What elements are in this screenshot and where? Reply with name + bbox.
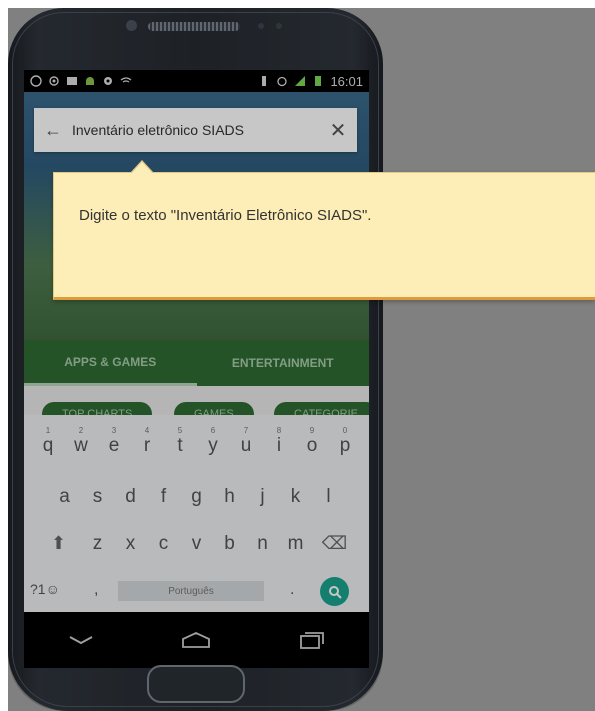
key-letter: r	[143, 435, 151, 456]
key-a[interactable]: a	[48, 486, 81, 508]
key-x[interactable]: x	[114, 533, 147, 555]
key-n[interactable]: n	[246, 533, 279, 555]
search-icon	[328, 585, 342, 599]
key-k[interactable]: k	[279, 486, 312, 508]
back-arrow-icon[interactable]: ←	[34, 120, 72, 141]
key-letter: p	[339, 435, 351, 456]
period-key[interactable]: .	[290, 581, 294, 599]
image-icon	[67, 77, 77, 85]
key-letter: u	[240, 435, 252, 456]
keyboard-bottom-row: ?1☺ , Português .	[24, 577, 369, 607]
settings-icon	[104, 77, 112, 85]
soft-keyboard: 1q2w3e4r5t6y7u8i9o0p asdfghjkl ⬆ zxcvbnm…	[24, 415, 369, 612]
key-letter: i	[276, 435, 282, 456]
key-p[interactable]: 0p	[329, 426, 362, 457]
keyboard-row-2: asdfghjkl	[24, 486, 369, 508]
status-clock: 16:01	[330, 73, 363, 89]
front-camera-icon	[126, 20, 137, 31]
keyboard-row-1: 1q2w3e4r5t6y7u8i9o0p	[24, 426, 369, 457]
key-hint-number: 3	[111, 426, 117, 435]
key-y[interactable]: 6y	[197, 426, 230, 457]
whatsapp-icon	[30, 75, 42, 87]
keyboard-row-3: ⬆ zxcvbnm ⌫	[24, 533, 369, 555]
phone-device: 16:01 ●••••• ← Inventário eletrônico SIA…	[8, 8, 383, 711]
earpiece-speaker	[148, 22, 240, 31]
key-letter: q	[42, 435, 54, 456]
battery-icon	[315, 76, 322, 86]
key-hint-number: 0	[342, 426, 348, 435]
key-hint-number: 4	[144, 426, 150, 435]
store-tabs: APPS & GAMES ENTERTAINMENT	[24, 340, 369, 386]
status-bar: 16:01	[24, 70, 369, 92]
hide-keyboard-icon[interactable]	[68, 634, 94, 646]
android-nav-bar	[24, 612, 369, 668]
key-hint-number: 5	[177, 426, 183, 435]
key-e[interactable]: 3e	[98, 426, 131, 457]
key-r[interactable]: 4r	[131, 426, 164, 457]
vibrate-icon	[262, 76, 267, 86]
key-letter: t	[177, 435, 183, 456]
recent-apps-icon[interactable]	[299, 631, 325, 649]
backspace-key-icon[interactable]: ⌫	[318, 533, 351, 555]
key-m[interactable]: m	[279, 533, 312, 555]
key-i[interactable]: 8i	[263, 426, 296, 457]
key-g[interactable]: g	[180, 486, 213, 508]
tooltip-pointer-fill	[131, 162, 153, 174]
tab-entertainment[interactable]: ENTERTAINMENT	[197, 340, 370, 386]
symbols-emoji-key[interactable]: ?1☺	[30, 581, 60, 597]
sensor-icon	[276, 23, 282, 29]
key-z[interactable]: z	[81, 533, 114, 555]
instruction-tooltip: Digite o texto "Inventário Eletrônico SI…	[53, 160, 595, 300]
android-icon	[86, 77, 94, 85]
tab-apps-games[interactable]: APPS & GAMES	[24, 340, 197, 386]
key-letter: w	[74, 435, 88, 456]
signal-icon	[295, 76, 306, 86]
notification-icons	[30, 75, 132, 87]
shift-key-icon[interactable]: ⬆	[42, 533, 75, 555]
key-letter: o	[306, 435, 318, 456]
status-right: 16:01	[258, 74, 363, 89]
key-hint-number: 2	[78, 426, 84, 435]
tutorial-stage: 16:01 ●••••• ← Inventário eletrônico SIA…	[8, 8, 595, 711]
key-f[interactable]: f	[147, 486, 180, 508]
key-v[interactable]: v	[180, 533, 213, 555]
search-bar[interactable]: ← Inventário eletrônico SIADS ✕	[34, 108, 357, 152]
key-u[interactable]: 7u	[230, 426, 263, 457]
key-s[interactable]: s	[81, 486, 114, 508]
key-letter: e	[108, 435, 120, 456]
key-hint-number: 7	[243, 426, 249, 435]
alarm-icon	[277, 76, 288, 87]
home-icon[interactable]	[181, 631, 211, 649]
tooltip-text: Digite o texto "Inventário Eletrônico SI…	[79, 207, 372, 224]
key-d[interactable]: d	[114, 486, 147, 508]
key-hint-number: 6	[210, 426, 216, 435]
search-go-key[interactable]	[320, 577, 349, 606]
phone-screen: 16:01 ●••••• ← Inventário eletrônico SIA…	[24, 70, 369, 668]
key-letter: y	[208, 435, 218, 456]
key-c[interactable]: c	[147, 533, 180, 555]
key-j[interactable]: j	[246, 486, 279, 508]
comma-key[interactable]: ,	[94, 581, 98, 599]
key-h[interactable]: h	[213, 486, 246, 508]
key-w[interactable]: 2w	[65, 426, 98, 457]
physical-home-button	[147, 665, 245, 703]
search-input[interactable]: Inventário eletrônico SIADS	[72, 122, 319, 138]
key-b[interactable]: b	[213, 533, 246, 555]
space-key[interactable]: Português	[118, 581, 264, 601]
key-q[interactable]: 1q	[32, 426, 65, 457]
sensor-icon	[258, 23, 264, 29]
key-o[interactable]: 9o	[296, 426, 329, 457]
key-hint-number: 9	[309, 426, 315, 435]
key-l[interactable]: l	[312, 486, 345, 508]
location-icon	[49, 76, 59, 86]
clear-icon[interactable]: ✕	[319, 118, 357, 143]
key-hint-number: 1	[45, 426, 51, 435]
key-hint-number: 8	[276, 426, 282, 435]
wifi-icon	[120, 77, 132, 83]
key-t[interactable]: 5t	[164, 426, 197, 457]
